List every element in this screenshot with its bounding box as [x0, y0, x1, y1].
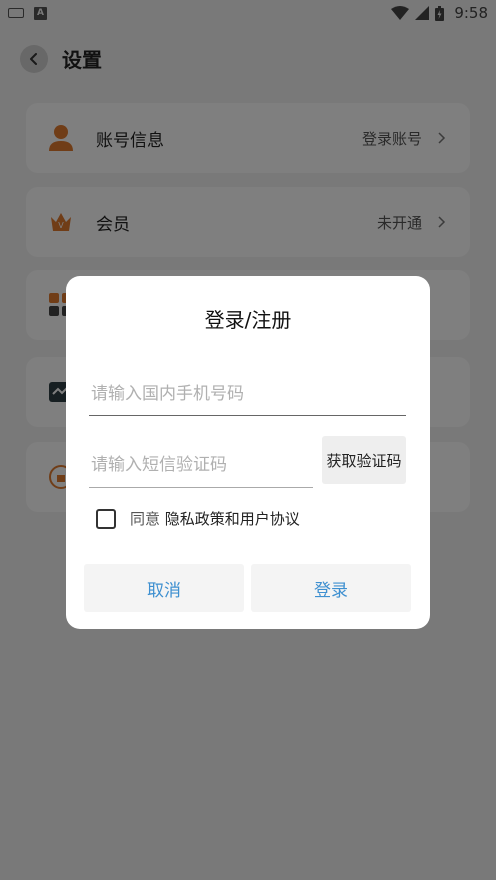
phone-field-container [89, 372, 406, 416]
agree-checkbox[interactable] [96, 508, 116, 529]
phone-input[interactable] [91, 383, 406, 404]
agreement-row: 同意 隐私政策和用户协议 [96, 508, 300, 529]
get-code-button[interactable]: 获取验证码 [322, 436, 406, 484]
code-field-container [89, 443, 313, 488]
agree-prefix: 同意 [130, 510, 161, 528]
privacy-policy-link[interactable]: 隐私政策和用户协议 [165, 510, 300, 528]
login-dialog: 登录/注册 获取验证码 同意 隐私政策和用户协议 取消 登录 [66, 276, 430, 629]
sms-code-input[interactable] [91, 455, 313, 475]
cancel-button[interactable]: 取消 [84, 564, 244, 612]
dialog-title: 登录/注册 [204, 308, 292, 332]
login-button[interactable]: 登录 [251, 564, 411, 612]
